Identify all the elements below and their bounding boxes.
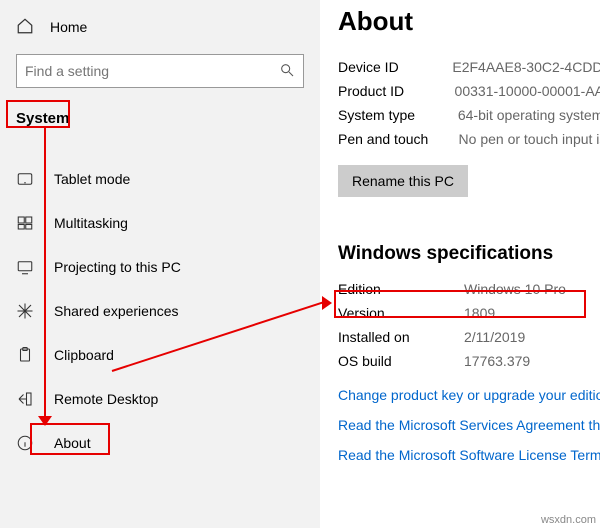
installed-on-label: Installed on (338, 325, 464, 349)
installed-on-value: 2/11/2019 (464, 325, 525, 349)
section-title-system: System (16, 110, 304, 127)
spec-row: Version1809 (338, 301, 600, 325)
sidebar-item-remote-desktop[interactable]: Remote Desktop (16, 377, 304, 421)
spec-row: EditionWindows 10 Pro (338, 277, 600, 301)
license-terms-link[interactable]: Read the Microsoft Software License Term… (338, 447, 600, 463)
version-label: Version (338, 301, 464, 325)
clipboard-icon (16, 346, 34, 364)
system-type-value: 64-bit operating system, (458, 103, 600, 127)
sidebar-item-about[interactable]: About (16, 421, 304, 465)
spec-row: OS build17763.379 (338, 349, 600, 373)
page-title: About (338, 6, 600, 37)
device-row: Device IDE2F4AAE8-30C2-4CDD-9 (338, 55, 600, 79)
rename-pc-button[interactable]: Rename this PC (338, 165, 468, 197)
sidebar-nav: Tablet mode Multitasking Projecting to t… (16, 157, 304, 465)
sidebar-item-projecting[interactable]: Projecting to this PC (16, 245, 304, 289)
multitasking-icon (16, 214, 34, 232)
system-type-label: System type (338, 103, 458, 127)
about-panel: About Device IDE2F4AAE8-30C2-4CDD-9 Prod… (320, 0, 600, 528)
watermark-text: wsxdn.com (541, 514, 596, 526)
settings-sidebar: Home System Tablet mode Multitasking Pro… (0, 0, 320, 528)
home-nav[interactable]: Home (16, 10, 304, 44)
sidebar-item-clipboard[interactable]: Clipboard (16, 333, 304, 377)
os-build-label: OS build (338, 349, 464, 373)
device-id-value: E2F4AAE8-30C2-4CDD-9 (452, 55, 600, 79)
search-input[interactable] (25, 63, 279, 79)
sidebar-item-label: Remote Desktop (54, 391, 158, 407)
home-icon (16, 17, 34, 38)
os-build-value: 17763.379 (464, 349, 530, 373)
sidebar-item-multitasking[interactable]: Multitasking (16, 201, 304, 245)
device-row: Pen and touchNo pen or touch input is (338, 127, 600, 151)
spec-row: Installed on2/11/2019 (338, 325, 600, 349)
projecting-icon (16, 258, 34, 276)
device-row: Product ID00331-10000-00001-AA5 (338, 79, 600, 103)
home-label: Home (50, 19, 87, 35)
search-icon (279, 62, 295, 81)
info-icon (16, 434, 34, 452)
windows-spec-heading: Windows specifications (338, 243, 600, 265)
sidebar-item-label: Multitasking (54, 215, 128, 231)
edition-label: Edition (338, 277, 464, 301)
services-agreement-link[interactable]: Read the Microsoft Services Agreement th… (338, 417, 600, 433)
sidebar-item-shared-experiences[interactable]: Shared experiences (16, 289, 304, 333)
sidebar-item-label: Projecting to this PC (54, 259, 181, 275)
sidebar-item-label: Tablet mode (54, 171, 130, 187)
edition-value: Windows 10 Pro (464, 277, 566, 301)
device-row: System type64-bit operating system, (338, 103, 600, 127)
change-product-key-link[interactable]: Change product key or upgrade your editi… (338, 387, 600, 403)
product-id-value: 00331-10000-00001-AA5 (455, 79, 600, 103)
shared-experiences-icon (16, 302, 34, 320)
device-id-label: Device ID (338, 55, 452, 79)
sidebar-item-label: About (54, 435, 91, 451)
sidebar-item-tablet-mode[interactable]: Tablet mode (16, 157, 304, 201)
tablet-icon (16, 170, 34, 188)
search-box[interactable] (16, 54, 304, 88)
sidebar-item-label: Clipboard (54, 347, 114, 363)
sidebar-item-label: Shared experiences (54, 303, 179, 319)
product-id-label: Product ID (338, 79, 455, 103)
pen-touch-label: Pen and touch (338, 127, 459, 151)
pen-touch-value: No pen or touch input is (459, 127, 600, 151)
version-value: 1809 (464, 301, 495, 325)
remote-desktop-icon (16, 390, 34, 408)
